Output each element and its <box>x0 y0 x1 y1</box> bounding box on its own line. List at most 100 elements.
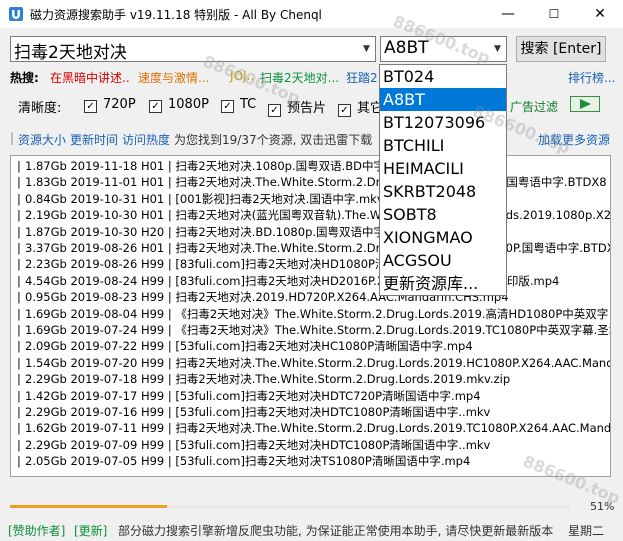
site-option[interactable]: BTCHILI <box>380 134 506 157</box>
site-option[interactable]: SKRBT2048 <box>380 180 506 203</box>
result-row[interactable]: | 2.05Gb 2019-07-05 H99 | [53fuli.com]扫毒2… <box>17 453 470 469</box>
close-button[interactable]: ✕ <box>577 0 623 28</box>
checkmark-icon[interactable]: ✓ <box>149 100 162 113</box>
result-row[interactable]: | 1.62Gb 2019-07-11 H99 | 扫毒2天地对决.The.Whi… <box>17 420 611 436</box>
row-marker: | <box>17 290 21 305</box>
row-marker: | <box>17 323 21 337</box>
result-text: 2.19Gb 2019-10-30 H01 | 扫毒2天地对决(蓝光国粤双音轨)… <box>25 208 611 223</box>
result-row[interactable]: | 2.29Gb 2019-07-18 H99 | 扫毒2天地对决.The.Whi… <box>17 371 510 387</box>
result-row[interactable]: | 2.29Gb 2019-07-09 H99 | [53fuli.com]扫毒2… <box>17 437 490 453</box>
site-option[interactable]: SOBT8 <box>380 203 506 226</box>
result-row[interactable]: | 2.29Gb 2019-07-16 H99 | [53fuli.com]扫毒2… <box>17 404 490 420</box>
result-text: 0.84Gb 2019-10-31 H01 | [001影视]扫毒2天地对决.国… <box>25 191 384 206</box>
row-marker: | <box>17 175 21 190</box>
checkbox-other[interactable]: ✓ 其它 <box>338 97 383 117</box>
search-button[interactable]: 搜索 [Enter] <box>516 36 606 62</box>
site-option[interactable]: 更新资源库... <box>380 272 506 295</box>
progress-fill <box>10 505 168 508</box>
clarity-label: 清晰度: <box>18 101 62 116</box>
result-row[interactable]: | 2.09Gb 2019-07-22 H99 | [53fuli.com]扫毒2… <box>17 338 473 354</box>
result-row[interactable]: | 0.84Gb 2019-10-31 H01 | [001影视]扫毒2天地对决.… <box>17 191 384 207</box>
result-text: 3.37Gb 2019-08-26 H01 | 扫毒2天地对决.The.Whit… <box>25 241 611 255</box>
result-text: 2.05Gb 2019-07-05 H99 | [53fuli.com]扫毒2天… <box>25 454 471 469</box>
result-text: 1.87Gb 2019-11-18 H01 | 扫毒2天地对决.1080p.国粤… <box>25 159 386 173</box>
row-marker: | <box>17 306 21 321</box>
row-marker: | <box>17 355 21 370</box>
magnet-app-icon <box>9 7 23 21</box>
row-marker: | <box>17 421 21 436</box>
sort-by-size-link[interactable]: 资源大小 <box>18 131 66 148</box>
progress-bar <box>10 505 570 508</box>
result-text: 1.62Gb 2019-07-11 H99 | 扫毒2天地对决.The.Whit… <box>25 421 611 436</box>
row-marker: | <box>17 257 21 272</box>
result-row[interactable]: | 1.42Gb 2019-07-17 H99 | [53fuli.com]扫毒2… <box>17 388 481 404</box>
result-text: 2.29Gb 2019-07-16 H99 | [53fuli.com]扫毒2天… <box>25 405 491 419</box>
result-text: 2.29Gb 2019-07-18 H99 | 扫毒2天地对决.The.Whit… <box>25 372 511 387</box>
ad-filter-toggle[interactable] <box>570 96 600 112</box>
update-link[interactable]: [更新] <box>74 522 107 539</box>
checkbox-720p[interactable]: ✓ 720P <box>84 97 136 113</box>
checkmark-icon[interactable]: ✓ <box>338 104 351 117</box>
checkbox-1080p[interactable]: ✓ 1080P <box>149 97 209 113</box>
result-row[interactable]: | 1.87Gb 2019-11-18 H01 | 扫毒2天地对决.1080p.国… <box>17 158 385 174</box>
row-marker: | <box>17 388 21 403</box>
site-option[interactable]: BT024 <box>380 65 506 88</box>
row-marker: | <box>17 191 21 206</box>
result-row[interactable]: | 1.69Gb 2019-07-24 H99 | 《扫毒2天地对决》The.Wh… <box>17 322 611 338</box>
result-text: 2.29Gb 2019-07-09 H99 | [53fuli.com]扫毒2天… <box>25 437 491 452</box>
checkmark-icon[interactable]: ✓ <box>221 100 234 113</box>
result-text: 1.87Gb 2019-10-30 H20 | 扫毒2天地对决.BD.1080p… <box>25 224 386 239</box>
status-message: 部分磁力搜索引擎新增反爬虫功能, 为保证能正常使用本助手, 请尽快更新最新版本 <box>118 524 554 538</box>
checkmark-icon[interactable]: ✓ <box>268 104 281 117</box>
row-marker: | <box>17 241 21 255</box>
search-query-combobox[interactable]: 扫毒2天地对决 ▼ <box>10 36 376 63</box>
sponsor-link[interactable]: [赞助作者] <box>8 522 65 539</box>
hot-search-row: 热搜: 在黑暗中讲述.. 速度与激情... JOJ.. 扫毒2天地对... 狂踏… <box>10 69 615 86</box>
sort-by-update-link[interactable]: 更新时间 <box>70 131 118 148</box>
row-marker: | <box>17 405 21 419</box>
result-row[interactable]: | 3.37Gb 2019-08-26 H01 | 扫毒2天地对决.The.Whi… <box>17 240 611 256</box>
chevron-down-icon[interactable]: ▼ <box>358 37 375 61</box>
ad-filter-label[interactable]: 广告过滤 <box>510 98 558 115</box>
result-text: 1.54Gb 2019-07-20 H99 | 扫毒2天地对决.The.Whit… <box>25 355 611 370</box>
result-row[interactable]: | 1.69Gb 2019-08-04 H99 | 《扫毒2天地对决》The.Wh… <box>17 306 608 322</box>
status-day: 星期二 <box>568 524 605 538</box>
row-marker: | <box>17 454 21 469</box>
ranking-link[interactable]: 排行榜... <box>568 69 615 86</box>
row-marker: | <box>17 159 21 173</box>
row-marker: | <box>17 208 21 223</box>
results-list[interactable]: | 1.87Gb 2019-11-18 H01 | 扫毒2天地对决.1080p.国… <box>10 155 611 477</box>
hot-search-label: 热搜: <box>10 71 39 85</box>
minimize-button[interactable]: — <box>485 0 531 28</box>
result-row[interactable]: | 1.54Gb 2019-07-20 H99 | 扫毒2天地对决.The.Whi… <box>17 355 611 371</box>
row-marker: | <box>17 224 21 239</box>
hot-search-item[interactable]: 在黑暗中讲述.. <box>50 69 130 86</box>
window-title: 磁力资源搜索助手 v19.11.18 特别版 - All By Chenql <box>30 8 322 22</box>
site-option[interactable]: ACGSOU <box>380 249 506 272</box>
site-option[interactable]: HEIMACILI <box>380 157 506 180</box>
result-info: 为您找到19/37个资源, 双击迅雷下载 <box>174 133 373 147</box>
result-row[interactable]: | 1.83Gb 2019-11-01 H01 | 扫毒2天地对决.The.Whi… <box>17 174 607 190</box>
result-text: 2.09Gb 2019-07-22 H99 | [53fuli.com]扫毒2天… <box>25 339 473 354</box>
row-marker: | <box>17 437 21 452</box>
result-row[interactable]: | 1.87Gb 2019-10-30 H20 | 扫毒2天地对决.BD.1080… <box>17 224 385 240</box>
result-text: 1.42Gb 2019-07-17 H99 | [53fuli.com]扫毒2天… <box>25 388 481 403</box>
result-row[interactable]: | 2.19Gb 2019-10-30 H01 | 扫毒2天地对决(蓝光国粤双音轨… <box>17 207 611 223</box>
row-marker: | <box>17 273 21 288</box>
checkbox-tc[interactable]: ✓ TC <box>221 97 256 113</box>
row-marker: | <box>17 339 21 354</box>
result-text: 1.69Gb 2019-07-24 H99 | 《扫毒2天地对决》The.Whi… <box>25 323 611 337</box>
site-dropdown-list[interactable]: BT024 A8BT BT12073096 BTCHILI HEIMACILI SKRBT… <box>379 64 507 296</box>
maximize-button[interactable]: ☐ <box>531 0 577 28</box>
result-text: 1.69Gb 2019-08-04 H99 | 《扫毒2天地对决》The.Whi… <box>25 306 609 321</box>
hot-search-item[interactable]: 速度与激情... <box>138 69 209 86</box>
title-bar[interactable]: 磁力资源搜索助手 v19.11.18 特别版 - All By Chenql —… <box>0 0 623 28</box>
site-option[interactable]: XIONGMAO <box>380 226 506 249</box>
play-icon <box>580 99 591 109</box>
result-text: 1.83Gb 2019-11-01 H01 | 扫毒2天地对决.The.Whit… <box>25 175 607 190</box>
sort-by-hot-link[interactable]: 访问热度 <box>122 131 170 148</box>
checkmark-icon[interactable]: ✓ <box>84 100 97 113</box>
search-query-text[interactable]: 扫毒2天地对决 <box>14 38 127 63</box>
status-bar: [赞助作者] [更新] 部分磁力搜索引擎新增反爬虫功能, 为保证能正常使用本助手… <box>0 517 623 541</box>
row-marker: | <box>17 372 21 387</box>
